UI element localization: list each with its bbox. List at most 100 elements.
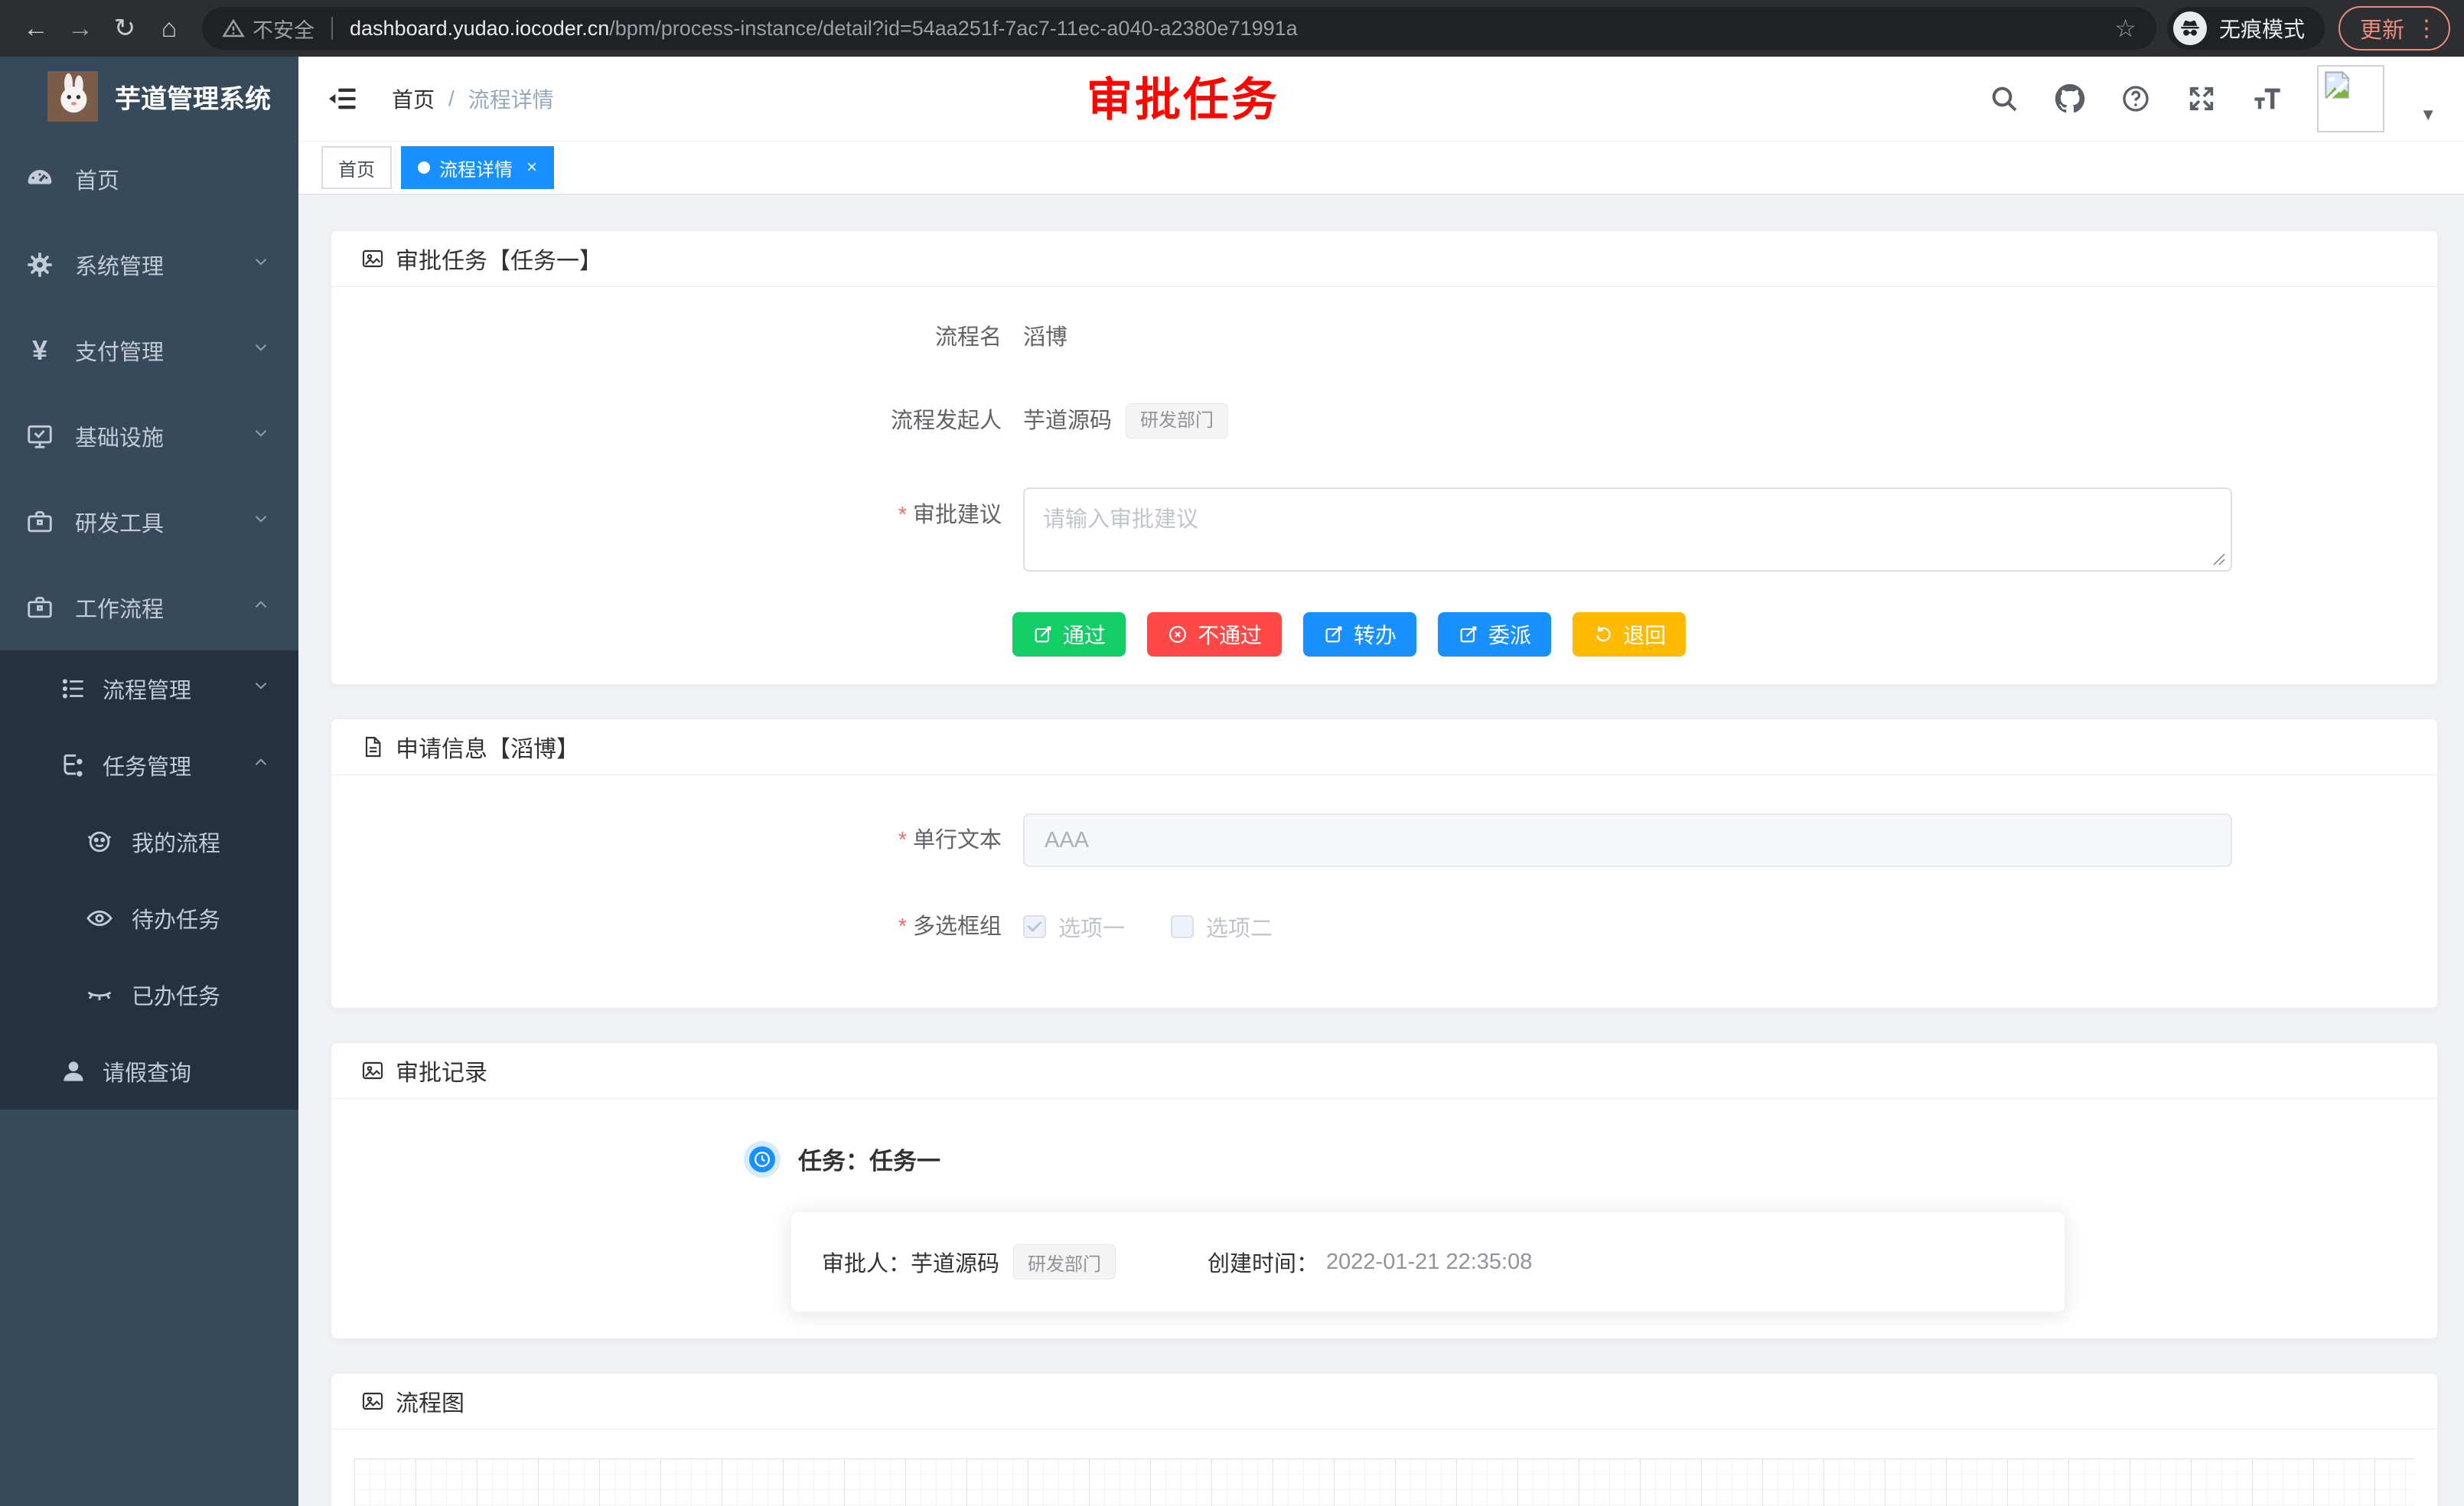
help-icon[interactable] <box>2120 83 2152 115</box>
sidebar-item-home[interactable]: 首页 <box>0 136 298 222</box>
sidebar-item-system[interactable]: 系统管理 <box>0 222 298 308</box>
sidebar-item-task-management[interactable]: 任务管理 <box>0 727 298 804</box>
sidebar-item-todo-tasks[interactable]: 待办任务 <box>0 880 298 957</box>
tag-tab-home[interactable]: 首页 <box>321 146 392 189</box>
main-area: 首页 / 流程详情 审批任务 <box>298 57 2464 1506</box>
approver-value: 芋道源码 <box>911 1246 999 1278</box>
sidebar-menu: 首页 <box>0 136 298 1110</box>
briefcase-icon <box>24 593 55 622</box>
sidebar: 芋道管理系统 首页 <box>0 57 298 1506</box>
reject-button[interactable]: 不通过 <box>1147 612 1282 657</box>
transfer-button[interactable]: 转办 <box>1303 612 1416 657</box>
circle-x-icon <box>1167 624 1188 645</box>
process-diagram-card: 流程图 <box>331 1373 2438 1506</box>
tag-tab-label: 流程详情 <box>439 155 513 181</box>
tags-view-bar: 首页 流程详情 × <box>298 142 2464 195</box>
card-title: 审批任务【任务一】 <box>396 242 602 275</box>
sidebar-item-label: 任务管理 <box>103 749 191 781</box>
reload-icon[interactable]: ↻ <box>103 13 147 44</box>
required-asterisk: * <box>898 828 907 852</box>
approval-actions: 通过 不通过 转办 委 <box>331 612 2437 657</box>
field-label: *审批建议 <box>331 487 1023 532</box>
document-icon <box>360 735 385 759</box>
back-icon[interactable]: ← <box>14 14 58 44</box>
app-window: 芋道管理系统 首页 <box>0 57 2464 1506</box>
breadcrumb: 首页 / 流程详情 <box>392 83 554 114</box>
sidebar-item-label: 支付管理 <box>75 334 164 367</box>
breadcrumb-home[interactable]: 首页 <box>392 83 435 114</box>
suggestion-field-wrap <box>1023 487 2232 575</box>
card-header: 审批任务【任务一】 <box>331 231 2437 287</box>
eye-closed-icon <box>84 980 115 1009</box>
card-body: 任务：任务一 审批人： 芋道源码 研发部门 创建时间： 2022-01-21 2… <box>331 1099 2437 1338</box>
picture-icon <box>360 1389 385 1413</box>
url-bar[interactable]: 不安全 dashboard.yudao.iocoder.cn /bpm/proc… <box>202 7 2156 50</box>
app-logo[interactable]: 芋道管理系统 <box>0 57 298 136</box>
active-dot <box>418 161 430 174</box>
home-icon[interactable]: ⌂ <box>147 14 191 44</box>
sidebar-item-my-processes[interactable]: 我的流程 <box>0 804 298 880</box>
return-button[interactable]: 退回 <box>1573 612 1686 657</box>
delegate-button[interactable]: 委派 <box>1438 612 1551 657</box>
robot-face-icon <box>84 827 115 856</box>
sidebar-item-infrastructure[interactable]: 基础设施 <box>0 393 298 479</box>
sidebar-item-label: 待办任务 <box>132 902 220 934</box>
browser-toolbar: ← → ↻ ⌂ 不安全 dashboard.yudao.iocoder.cn /… <box>0 0 2464 57</box>
incognito-label: 无痕模式 <box>2219 13 2305 44</box>
bpmn-diagram-canvas[interactable] <box>354 1459 2414 1506</box>
forward-icon[interactable]: → <box>58 14 103 44</box>
close-icon[interactable]: × <box>526 157 537 178</box>
tag-tab-label: 首页 <box>338 155 375 181</box>
form-row-checkboxes: *多选框组 选项一 选项二 <box>331 910 2437 944</box>
card-header: 申请信息【滔博】 <box>331 719 2437 775</box>
task-title: 任务：任务一 <box>798 1142 940 1176</box>
monitor-icon <box>24 422 55 451</box>
sidebar-item-process-management[interactable]: 流程管理 <box>0 650 298 727</box>
picture-icon <box>360 1058 385 1083</box>
font-size-icon[interactable] <box>2251 83 2283 115</box>
fullscreen-icon[interactable] <box>2185 83 2218 115</box>
approve-button[interactable]: 通过 <box>1012 612 1126 657</box>
page-content: 审批任务【任务一】 流程名 滔博 流程发起人 <box>298 195 2464 1506</box>
created-value: 2022-01-21 22:35:08 <box>1326 1250 1532 1275</box>
checkbox-group: 选项一 选项二 <box>1023 911 1273 943</box>
chevron-down-icon <box>251 337 271 363</box>
sidebar-item-done-tasks[interactable]: 已办任务 <box>0 957 298 1033</box>
sidebar-item-label: 研发工具 <box>75 506 164 538</box>
chevron-up-icon <box>251 752 271 778</box>
sidebar-item-label: 基础设施 <box>75 420 164 452</box>
header-actions: ▼ <box>1988 65 2436 132</box>
chevron-down-icon <box>251 676 271 702</box>
chevron-down-icon <box>251 509 271 535</box>
search-icon[interactable] <box>1988 83 2020 115</box>
chevron-down-icon <box>251 252 271 278</box>
sidebar-item-payment[interactable]: ¥ 支付管理 <box>0 308 298 393</box>
tag-tab-process-detail[interactable]: 流程详情 × <box>401 146 554 189</box>
dept-tag: 研发部门 <box>1013 1244 1116 1279</box>
checkbox-option-2[interactable]: 选项二 <box>1171 911 1273 943</box>
avatar[interactable] <box>2317 65 2384 132</box>
sidebar-item-leave-query[interactable]: 请假查询 <box>0 1033 298 1110</box>
rollback-icon <box>1592 624 1614 645</box>
gear-icon <box>24 250 55 279</box>
browser-menu-icon[interactable]: ⋮ <box>2415 15 2438 42</box>
single-line-text-input[interactable] <box>1023 813 2232 867</box>
form-row-text: *单行文本 <box>331 813 2437 867</box>
sidebar-item-workflow[interactable]: 工作流程 <box>0 565 298 650</box>
app-title: 芋道管理系统 <box>115 78 271 116</box>
chevron-down-icon[interactable]: ▼ <box>2420 105 2436 125</box>
suggestion-textarea[interactable] <box>1023 487 2232 572</box>
card-body <box>331 1429 2437 1506</box>
user-icon <box>58 1057 89 1086</box>
bookmark-star-icon[interactable]: ☆ <box>2099 14 2136 43</box>
update-button[interactable]: 更新 ⋮ <box>2339 6 2450 51</box>
logo-avatar <box>47 71 98 122</box>
checkbox-option-1[interactable]: 选项一 <box>1023 911 1125 943</box>
request-info-card: 申请信息【滔博】 *单行文本 *多选框组 <box>331 719 2438 1009</box>
github-icon[interactable] <box>2054 83 2086 115</box>
hamburger-icon[interactable] <box>326 83 360 114</box>
resize-grip-icon[interactable] <box>2211 551 2226 566</box>
initiator-value: 芋道源码 研发部门 <box>1023 403 1228 438</box>
sidebar-item-devtools[interactable]: 研发工具 <box>0 479 298 565</box>
field-label: 流程名 <box>331 321 1023 354</box>
